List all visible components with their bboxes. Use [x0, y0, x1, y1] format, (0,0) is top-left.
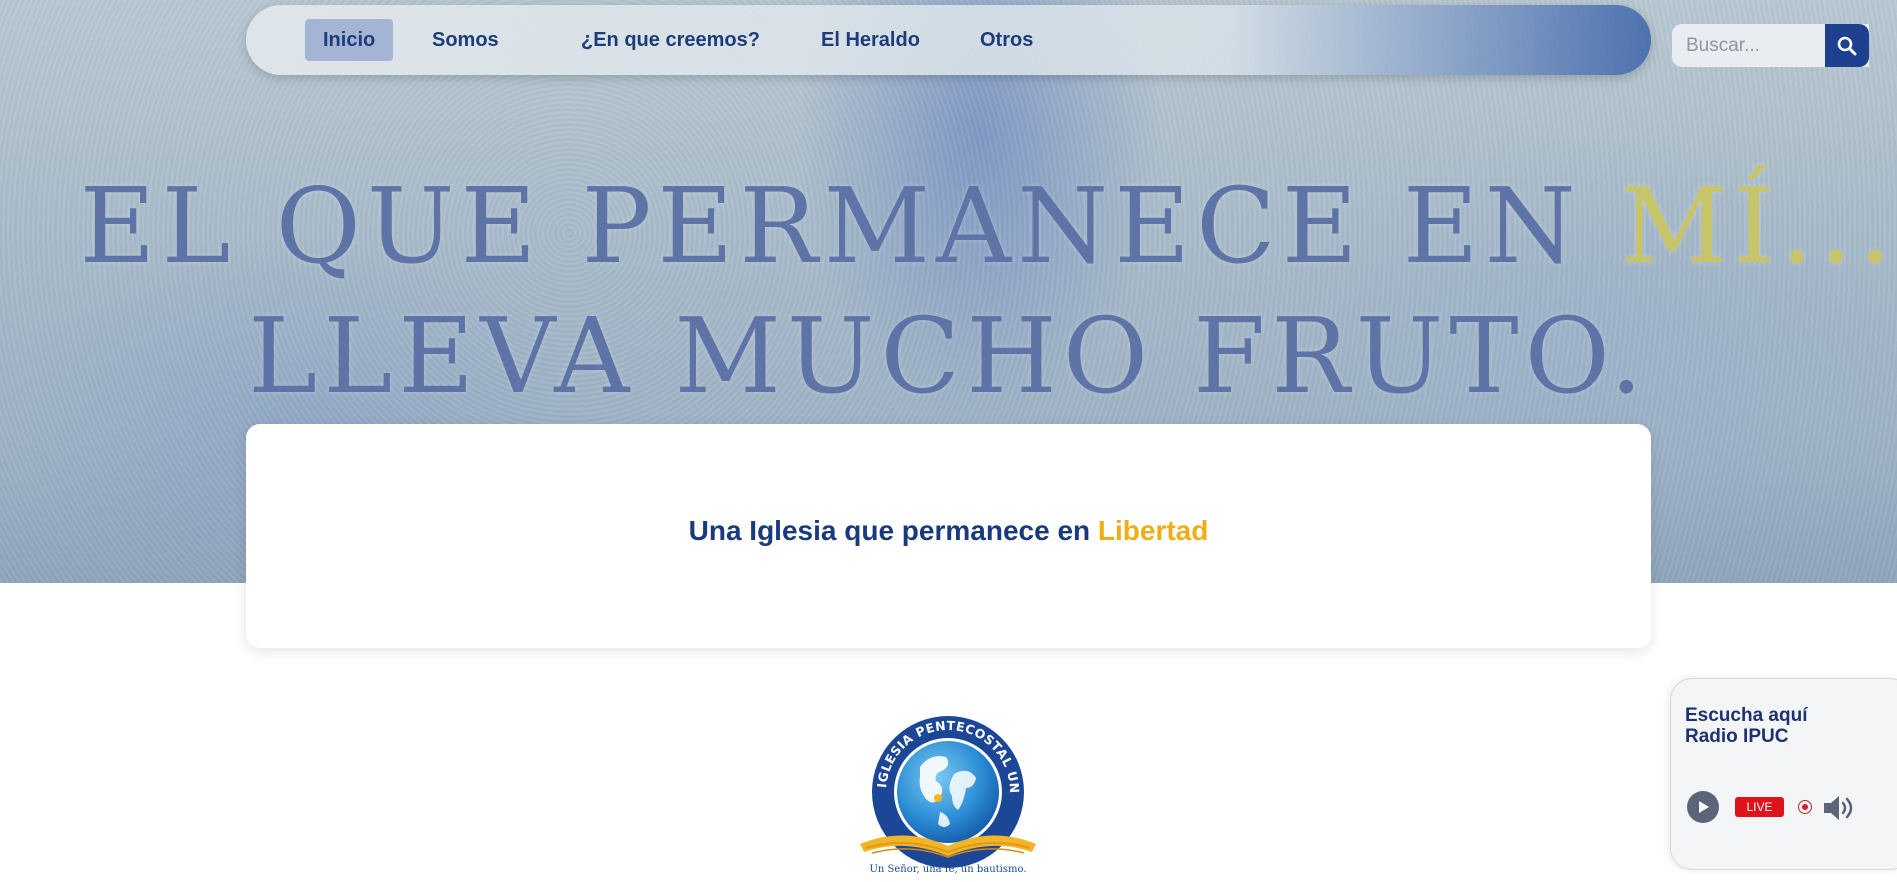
radio-title: Escucha aquí Radio IPUC	[1685, 705, 1808, 747]
nav-item-inicio[interactable]: Inicio	[305, 19, 394, 61]
nav-item-somos[interactable]: Somos	[414, 19, 517, 61]
radio-controls: LIVE	[1687, 791, 1897, 823]
hero-line-1-highlight: MÍ...	[1620, 165, 1897, 287]
radio-player-widget: Escucha aquí Radio IPUC LIVE	[1670, 678, 1897, 870]
play-icon	[1699, 801, 1709, 813]
play-button[interactable]	[1687, 791, 1719, 823]
tagline-highlight: Libertad	[1097, 515, 1209, 546]
top-navbar: Inicio Somos ¿En que creemos? El Heraldo…	[246, 5, 1869, 75]
tagline-card: Una Iglesia que permanece en Libertad	[246, 424, 1651, 648]
record-icon	[1798, 800, 1812, 814]
hero-heading-line-1: EL QUE PERMANECE EN MÍ...	[0, 165, 1897, 287]
nav-item-creemos[interactable]: ¿En que creemos?	[563, 19, 778, 61]
hero-line-1-main: EL QUE PERMANECE EN	[79, 165, 1621, 287]
nav-item-heraldo[interactable]: El Heraldo	[803, 19, 938, 61]
search-button[interactable]	[1825, 24, 1869, 67]
tagline-main: Una Iglesia que permanece en	[688, 515, 1098, 546]
logo-motto: Un Señor, una fe, un bautismo.	[869, 864, 1026, 875]
logo-emblem: IGLESIA PENTECOSTAL UNIDA DE COLOMBIA Un…	[836, 700, 1036, 875]
radio-title-line-1: Escucha aquí	[1685, 705, 1808, 726]
ipuc-logo: IGLESIA PENTECOSTAL UNIDA DE COLOMBIA Un…	[836, 700, 1054, 877]
nav-item-otros[interactable]: Otros	[962, 19, 1051, 61]
search-icon	[1837, 36, 1857, 55]
tagline: Una Iglesia que permanece en Libertad	[246, 515, 1651, 547]
radio-title-line-2: Radio IPUC	[1685, 726, 1789, 747]
volume-icon[interactable]	[1822, 793, 1856, 823]
hero-heading-line-2: LLEVA MUCHO FRUTO.	[248, 295, 1649, 417]
live-badge[interactable]: LIVE	[1735, 797, 1784, 817]
